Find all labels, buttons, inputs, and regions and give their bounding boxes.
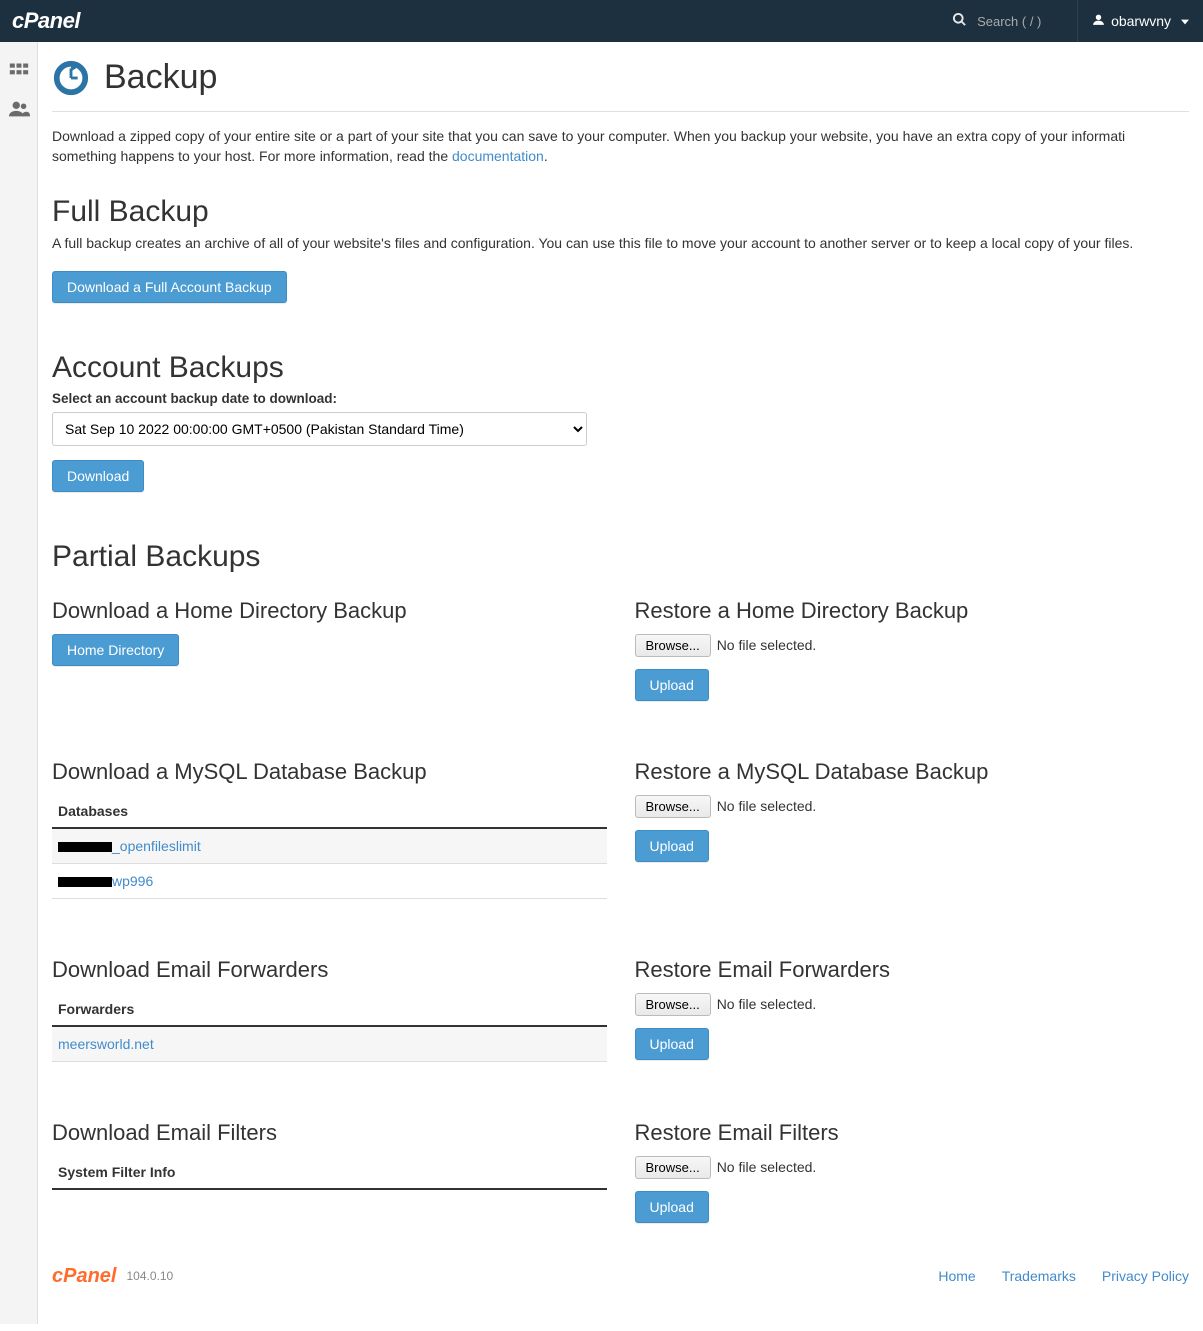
forwarders-header: Forwarders — [52, 993, 607, 1027]
chevron-down-icon — [1181, 13, 1189, 29]
page-header: Backup — [52, 50, 1189, 112]
user-menu[interactable]: obarwvny — [1077, 0, 1203, 42]
footer-logo[interactable]: cPanel — [52, 1265, 116, 1288]
download-forwarders-heading: Download Email Forwarders — [52, 957, 607, 983]
forwarder-link-1[interactable]: meersworld.net — [58, 1036, 154, 1052]
home-directory-button[interactable]: Home Directory — [52, 634, 179, 666]
footer: cPanel 104.0.10 Home Trademarks Privacy … — [52, 1247, 1189, 1294]
backup-date-select[interactable]: Sat Sep 10 2022 00:00:00 GMT+0500 (Pakis… — [52, 412, 587, 446]
table-row: _openfileslimit — [52, 829, 607, 864]
upload-forwarders-button[interactable]: Upload — [635, 1028, 709, 1060]
topbar-right: obarwvny — [942, 0, 1203, 42]
footer-home-link[interactable]: Home — [938, 1268, 975, 1284]
full-backup-desc: A full backup creates an archive of all … — [52, 235, 1189, 251]
footer-links: Home Trademarks Privacy Policy — [938, 1268, 1189, 1284]
backup-icon — [52, 59, 90, 97]
documentation-link[interactable]: documentation — [452, 148, 544, 164]
nofile-filters: No file selected. — [717, 1159, 817, 1175]
restore-mysql-heading: Restore a MySQL Database Backup — [635, 759, 1190, 785]
account-backup-date-label: Select an account backup date to downloa… — [52, 391, 1189, 406]
upload-mysql-button[interactable]: Upload — [635, 830, 709, 862]
nofile-forwarders: No file selected. — [717, 996, 817, 1012]
account-backups-heading: Account Backups — [52, 351, 1189, 385]
download-home-heading: Download a Home Directory Backup — [52, 598, 607, 624]
sidebar-apps-icon[interactable] — [0, 52, 37, 90]
search-icon[interactable] — [952, 12, 967, 31]
db-link-1[interactable]: _openfileslimit — [58, 838, 201, 854]
partial-backups-heading: Partial Backups — [52, 540, 1189, 574]
footer-trademarks-link[interactable]: Trademarks — [1002, 1268, 1076, 1284]
sidebar — [0, 42, 38, 1324]
browse-home-button[interactable]: Browse... — [635, 634, 711, 657]
download-full-backup-button[interactable]: Download a Full Account Backup — [52, 271, 287, 303]
download-account-backup-button[interactable]: Download — [52, 460, 144, 492]
topbar: cPanel obarwvny — [0, 0, 1203, 42]
table-row: wp996 — [52, 864, 607, 899]
browse-mysql-button[interactable]: Browse... — [635, 795, 711, 818]
download-filters-heading: Download Email Filters — [52, 1120, 607, 1146]
upload-filters-button[interactable]: Upload — [635, 1191, 709, 1223]
browse-filters-button[interactable]: Browse... — [635, 1156, 711, 1179]
download-mysql-heading: Download a MySQL Database Backup — [52, 759, 607, 785]
sidebar-users-icon[interactable] — [0, 90, 37, 128]
filters-header: System Filter Info — [52, 1156, 607, 1190]
nofile-home: No file selected. — [717, 637, 817, 653]
nofile-mysql: No file selected. — [717, 798, 817, 814]
username-label: obarwvny — [1111, 13, 1171, 29]
full-backup-heading: Full Backup — [52, 195, 1189, 229]
user-icon — [1092, 13, 1105, 29]
restore-home-heading: Restore a Home Directory Backup — [635, 598, 1190, 624]
restore-filters-heading: Restore Email Filters — [635, 1120, 1190, 1146]
table-row: meersworld.net — [52, 1027, 607, 1062]
databases-header: Databases — [52, 795, 607, 829]
redacted-db1 — [58, 842, 112, 852]
redacted-db2 — [58, 877, 112, 887]
search-wrap — [942, 0, 1077, 42]
search-input[interactable] — [977, 14, 1067, 29]
cpanel-logo[interactable]: cPanel — [12, 8, 80, 34]
upload-home-button[interactable]: Upload — [635, 669, 709, 701]
browse-forwarders-button[interactable]: Browse... — [635, 993, 711, 1016]
db-link-2[interactable]: wp996 — [58, 873, 153, 889]
page-title: Backup — [104, 58, 217, 97]
main-content: Backup Download a zipped copy of your en… — [38, 42, 1203, 1324]
page-intro: Download a zipped copy of your entire si… — [52, 126, 1189, 167]
restore-forwarders-heading: Restore Email Forwarders — [635, 957, 1190, 983]
footer-version: 104.0.10 — [126, 1269, 173, 1283]
footer-privacy-link[interactable]: Privacy Policy — [1102, 1268, 1189, 1284]
